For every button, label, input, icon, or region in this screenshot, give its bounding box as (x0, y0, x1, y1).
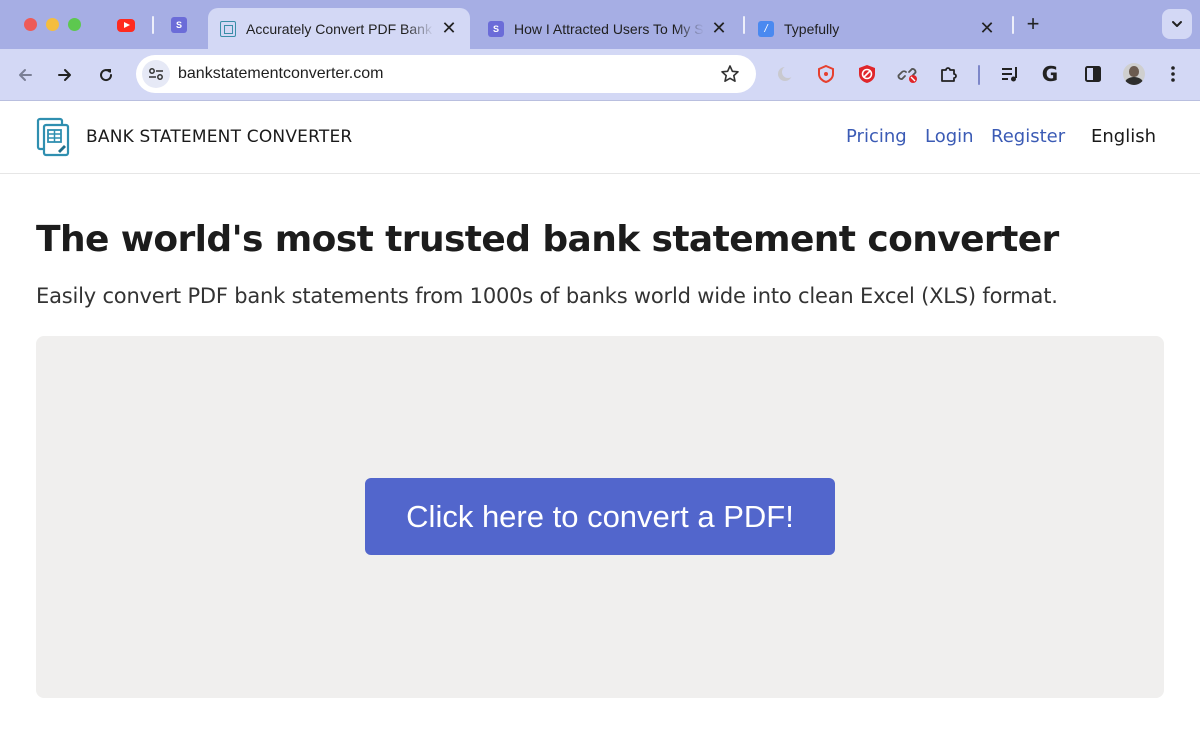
tab-s-pinned[interactable]: S (167, 14, 191, 36)
star-icon (721, 65, 739, 82)
page-title: The world's most trusted bank statement … (36, 219, 1059, 260)
google-extension-button[interactable]: G (1038, 62, 1062, 86)
tab-search-button[interactable] (1162, 9, 1192, 39)
google-g-icon: G (1041, 62, 1059, 86)
extension-link-button[interactable] (896, 62, 920, 86)
site-header: BANK STATEMENT CONVERTER Pricing Login R… (0, 101, 1200, 174)
side-panel-button[interactable] (1081, 62, 1105, 86)
adblock-icon (859, 65, 875, 83)
music-queue-icon (1002, 67, 1017, 82)
nav-pricing-link[interactable]: Pricing (846, 126, 907, 147)
browser-menu-button[interactable] (1161, 62, 1185, 86)
bookmark-button[interactable] (718, 62, 742, 86)
upload-dropzone[interactable]: Click here to convert a PDF! (36, 336, 1164, 698)
tab-bank-statement-converter[interactable]: Accurately Convert PDF Bank Statements ✕ (208, 8, 470, 49)
brand-name[interactable]: BANK STATEMENT CONVERTER (86, 127, 352, 147)
brand-logo-icon[interactable] (36, 117, 72, 157)
reload-button[interactable] (92, 61, 120, 89)
media-controls-button[interactable] (998, 62, 1022, 86)
tab-how-i-attracted-users[interactable]: S How I Attracted Users To My SaaS ✕ (476, 8, 740, 49)
nav-login-link[interactable]: Login (925, 126, 974, 147)
profile-button[interactable] (1122, 62, 1146, 86)
forward-button[interactable] (51, 61, 79, 89)
browser-toolbar: bankstatementconverter.com G (0, 49, 1200, 101)
arrow-left-icon (19, 69, 32, 81)
close-tab-icon[interactable]: ✕ (440, 18, 458, 39)
close-window-button[interactable] (24, 18, 37, 31)
puzzle-icon (941, 67, 957, 82)
extension-shield-button[interactable] (814, 62, 838, 86)
tab-title: Typefully (784, 20, 840, 37)
youtube-icon (117, 18, 135, 32)
page-subtitle: Easily convert PDF bank statements from … (36, 284, 1058, 308)
kebab-menu-icon (1171, 66, 1175, 82)
avatar (1123, 63, 1145, 85)
tab-separator (743, 16, 745, 34)
language-selector[interactable]: English (1091, 126, 1156, 147)
site-info-button[interactable] (142, 60, 170, 88)
s-favicon-icon: S (488, 20, 504, 37)
s-favicon-icon: S (171, 17, 187, 33)
broken-link-icon (897, 68, 917, 83)
url-text[interactable]: bankstatementconverter.com (178, 65, 383, 83)
tab-typefully[interactable]: / Typefully ✕ (746, 8, 1008, 49)
tune-icon (149, 68, 163, 80)
close-tab-icon[interactable]: ✕ (710, 18, 728, 39)
close-tab-icon[interactable]: ✕ (978, 18, 996, 39)
tab-strip: S Accurately Convert PDF Bank Statements… (0, 0, 1200, 49)
nav-register-link[interactable]: Register (991, 126, 1065, 147)
back-button[interactable] (11, 61, 39, 89)
tab-separator (1012, 16, 1014, 34)
chevron-down-icon (1172, 21, 1182, 27)
side-panel-icon (1085, 66, 1101, 82)
extension-adblock-button[interactable] (855, 62, 879, 86)
tab-separator (152, 16, 154, 34)
zoom-window-button[interactable] (68, 18, 81, 31)
doc-favicon-icon (220, 20, 236, 37)
minimize-window-button[interactable] (46, 18, 59, 31)
typefully-favicon-icon: / (758, 20, 774, 37)
reload-icon (100, 69, 113, 82)
tab-title: How I Attracted Users To My SaaS (514, 20, 704, 37)
tab-youtube[interactable] (114, 14, 138, 36)
convert-pdf-button[interactable]: Click here to convert a PDF! (365, 478, 835, 555)
shield-icon (818, 64, 834, 84)
arrow-right-icon (58, 69, 71, 81)
toolbar-separator (978, 65, 980, 85)
moon-icon (778, 66, 794, 81)
address-bar[interactable]: bankstatementconverter.com (136, 55, 756, 93)
new-tab-button[interactable]: + (1022, 12, 1044, 36)
extension-moon-button[interactable] (773, 62, 797, 86)
extensions-button[interactable] (937, 62, 961, 86)
tab-title: Accurately Convert PDF Bank Statements (246, 20, 434, 37)
